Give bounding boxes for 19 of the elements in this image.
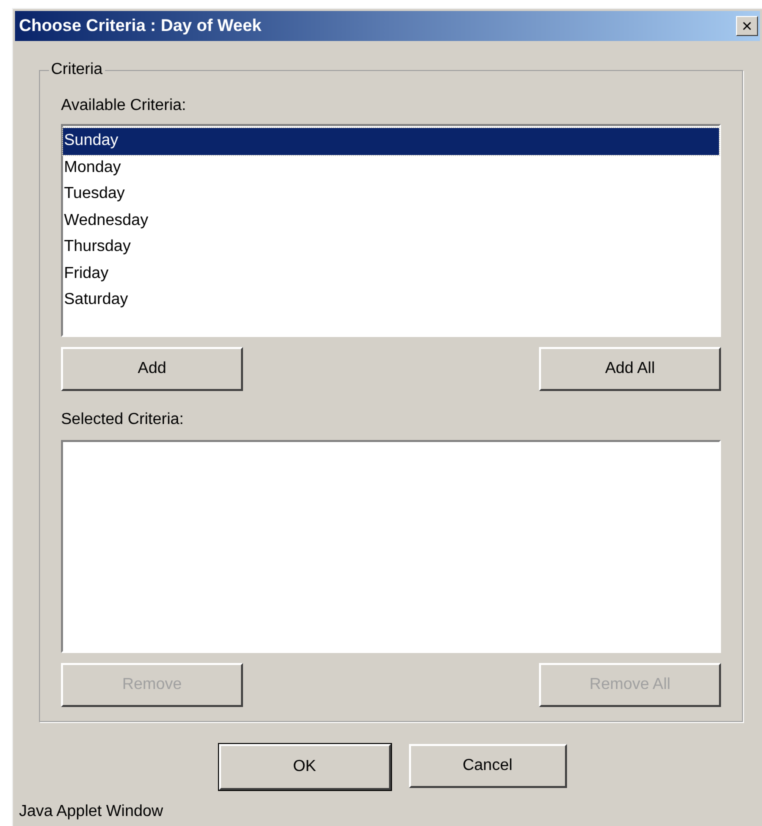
available-list[interactable]: Sunday Monday Tuesday Wednesday Thursday Friday Saturday bbox=[61, 124, 721, 337]
list-item[interactable]: Saturday bbox=[63, 287, 719, 314]
group-title: Criteria bbox=[50, 60, 104, 80]
list-label: Available Criteria: bbox=[61, 96, 188, 116]
list-item[interactable]: Sunday bbox=[63, 128, 719, 154]
list-label: Selected Criteria: bbox=[61, 410, 185, 430]
button[interactable]: OK bbox=[218, 744, 390, 790]
button[interactable]: Add All bbox=[539, 347, 721, 391]
list-item[interactable]: Wednesday bbox=[63, 208, 719, 234]
list-item[interactable]: Monday bbox=[63, 154, 719, 181]
status-text: Java Applet Window bbox=[19, 802, 164, 822]
selected-list[interactable] bbox=[61, 440, 721, 653]
close-button[interactable]: × bbox=[736, 16, 758, 36]
list-item[interactable]: Tuesday bbox=[63, 181, 719, 208]
button[interactable]: Add bbox=[61, 347, 243, 391]
window-title: Choose Criteria : Day of Week bbox=[19, 15, 262, 38]
button[interactable]: Cancel bbox=[408, 744, 566, 788]
list-item[interactable]: Friday bbox=[63, 260, 719, 287]
list-item[interactable]: Thursday bbox=[63, 234, 719, 260]
